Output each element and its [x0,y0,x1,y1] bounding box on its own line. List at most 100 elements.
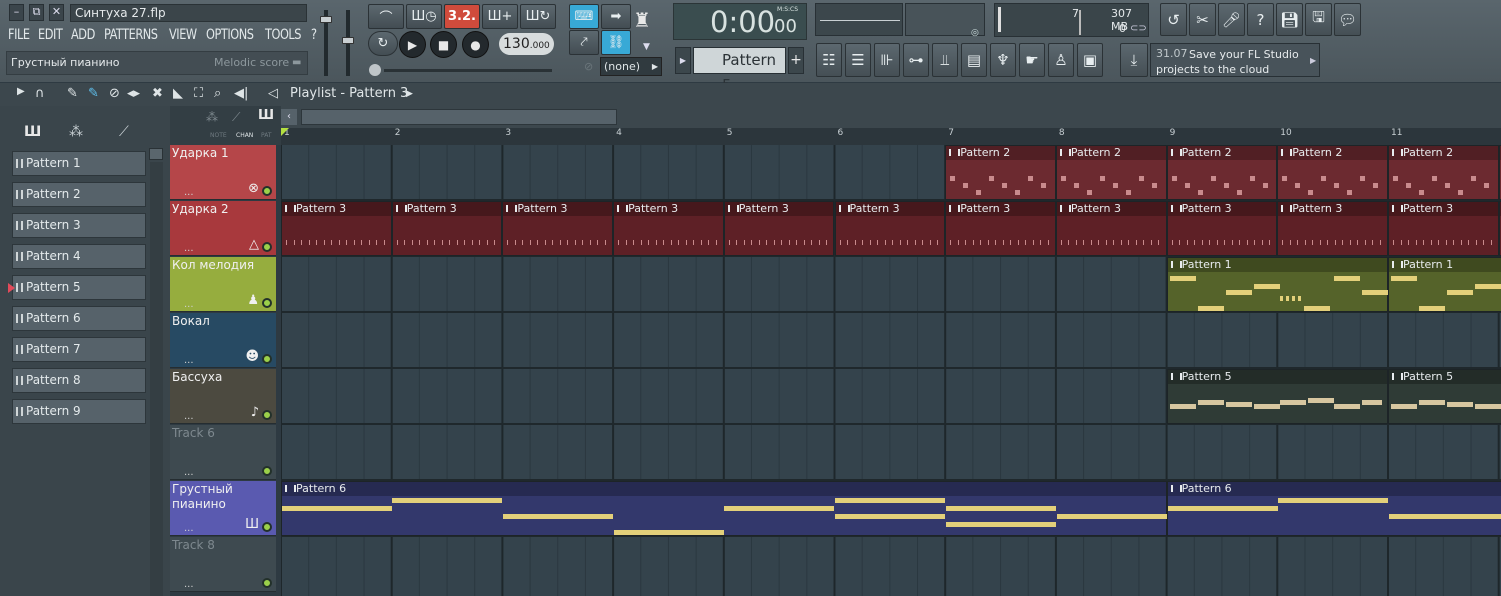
track-name[interactable]: Track 8 [172,538,215,553]
midi-input-select[interactable]: (none) ▶ [600,57,662,76]
track-mute-led[interactable] [262,186,272,196]
scroll-thumb[interactable] [301,109,617,125]
note-tab[interactable]: NOTE [210,132,227,139]
loop-record-icon[interactable]: Ш↻ [520,4,556,29]
multilink-icon[interactable]: ⛓ [601,30,631,55]
playlist-clip[interactable]: Pattern 2 [945,145,1056,200]
pattern-list-item[interactable]: Pattern 9 [12,399,146,424]
snap-display[interactable]: 3.2. [444,4,480,29]
playlist-clip[interactable]: Pattern 3 [834,201,946,256]
track-options-icon[interactable]: ... [184,467,194,478]
track-name[interactable]: Бассуха [172,370,222,385]
track-name[interactable]: Track 6 [172,426,215,441]
cut-icon[interactable]: ✂ [1189,3,1216,36]
master-pitch-handle[interactable] [342,37,354,44]
track-options-icon[interactable]: ... [184,355,194,366]
typing-keyboard-icon[interactable]: ⌨ [569,4,599,29]
menu-patterns[interactable]: PATTERNS [104,27,158,43]
track-name[interactable]: Кол мелодия [172,258,254,273]
pattern-list-item[interactable]: Pattern 6 [12,306,146,331]
track-options-icon[interactable]: ... [184,299,194,310]
playlist-clip[interactable]: Pattern 3 [1166,201,1278,256]
automation-view-icon[interactable]: ⟋ [119,124,129,140]
news-panel[interactable]: 31.07 Save your FL Studio projects to th… [1150,43,1320,77]
track-options-icon[interactable]: ... [184,523,194,534]
browser-tree-icon[interactable]: ⊶ [903,43,929,77]
tempo-tapper-icon[interactable]: ♙ [1048,43,1074,77]
track-name[interactable]: Ударка 2 [172,202,229,217]
playlist-clip[interactable]: Pattern 2 [1166,145,1278,200]
minimize-button[interactable]: – [9,4,24,21]
pattern-song-toggle[interactable]: ↻ [368,31,398,56]
track-header[interactable]: Бассуха... ♪ [170,369,276,424]
menu-options[interactable]: OPTIONS [206,27,254,43]
step-edit-icon[interactable]: Ш+ [482,4,518,29]
track-header[interactable]: Track 6... [170,425,276,480]
track-mute-led[interactable] [262,354,272,364]
track-options-icon[interactable]: ... [184,411,194,422]
playlist-clip[interactable]: Pattern 1 [1166,257,1388,312]
slip-icon[interactable]: ✖ [152,86,163,101]
playback-icon[interactable]: ◀| [234,86,248,101]
playlist-clip[interactable]: Pattern 2 [1388,145,1499,200]
pattern-list-item[interactable]: Pattern 1 [12,151,146,176]
news-next-icon[interactable]: ▶ [1310,56,1316,65]
restore-button[interactable]: ⧉ [29,4,44,21]
recording-filter-icon[interactable]: ♜ [633,8,651,32]
playlist-clip[interactable]: Pattern 3 [1055,201,1167,256]
record-button[interactable]: ● [462,31,489,58]
playlist-clip[interactable]: Pattern 2 [1277,145,1388,200]
display-toggle-icon[interactable]: ◎ [971,28,979,38]
file-icon[interactable]: ▤ [961,43,987,77]
track-name[interactable]: Грустный пианино [172,482,276,512]
playlist-clip[interactable]: Pattern 6 [1166,481,1501,536]
track-options-icon[interactable]: ... [184,187,194,198]
playlist-clip[interactable]: Pattern 5 [1388,369,1501,424]
touch-icon[interactable]: ☛ [1019,43,1045,77]
pat-tab[interactable]: PAT [261,132,272,139]
audio-clip-filter-icon[interactable]: ⁂ [206,110,218,124]
track-mute-led[interactable] [262,522,272,532]
playlist-clip[interactable]: Pattern 1 [1388,257,1501,312]
track-mute-led[interactable] [262,466,272,476]
track-header[interactable]: Ударка 1... ⊗ [170,145,276,200]
audio-view-icon[interactable]: ⁂ [69,124,83,140]
play-button[interactable]: ▶ [399,31,426,58]
piano-view-icon[interactable]: Ш [24,124,41,140]
playlist-clip[interactable]: Pattern 5 [1166,369,1388,424]
track-header[interactable]: Track 8... [170,537,276,592]
pattern-list-item[interactable]: Pattern 8 [12,368,146,393]
options-arrow-icon[interactable]: ▶ [17,86,25,97]
tempo-display[interactable]: 130.000 [499,33,554,55]
playlist-clip[interactable]: Pattern 3 [945,201,1056,256]
pattern-list-item[interactable]: Pattern 2 [12,182,146,207]
magnet-icon[interactable]: ∩ [35,86,45,101]
chat-icon[interactable]: 💬︎ [1334,3,1361,36]
brush-icon[interactable]: ✎ [88,86,99,101]
track-header[interactable]: Грустный пианино... Ш [170,481,276,536]
pattern-list-item[interactable]: Pattern 5 [8,275,146,300]
track-mute-led[interactable] [262,298,272,308]
fullscreen-icon[interactable]: ▣ [1077,43,1103,77]
trash-icon[interactable]: ▬ [292,57,301,68]
download-icon[interactable]: ⤓ [1120,43,1148,77]
blend-notes-icon[interactable]: ⤤ [569,30,599,55]
save-as-icon[interactable]: 🖫 [1305,3,1332,36]
channel-rack-icon[interactable]: ☰ [845,43,871,77]
menu-file[interactable]: FILE [8,27,30,43]
plugin-icon[interactable]: ♆ [990,43,1016,77]
playlist-clip[interactable]: Pattern 3 [1388,201,1499,256]
mixer-icon[interactable]: ⫫ [932,43,958,77]
track-header[interactable]: Кол мелодия... ♟ [170,257,276,312]
wait-record-icon[interactable]: Ш◷ [406,4,442,29]
track-name[interactable]: Вокал [172,314,210,329]
pattern-selector[interactable]: Pattern 5 [693,47,786,94]
picker-scroll-up[interactable] [149,148,163,160]
playlist-window-icon[interactable]: ☷ [816,43,842,77]
microphone-icon[interactable]: 🎤︎ [1218,3,1245,36]
save-icon[interactable]: 💾︎ [1276,3,1303,36]
chevron-down-icon[interactable]: ▼ [643,42,650,52]
chan-tab[interactable]: CHAN [236,132,253,139]
pattern-filter-icon[interactable]: Ш [258,108,274,123]
main-pitch-knob[interactable] [369,64,381,76]
